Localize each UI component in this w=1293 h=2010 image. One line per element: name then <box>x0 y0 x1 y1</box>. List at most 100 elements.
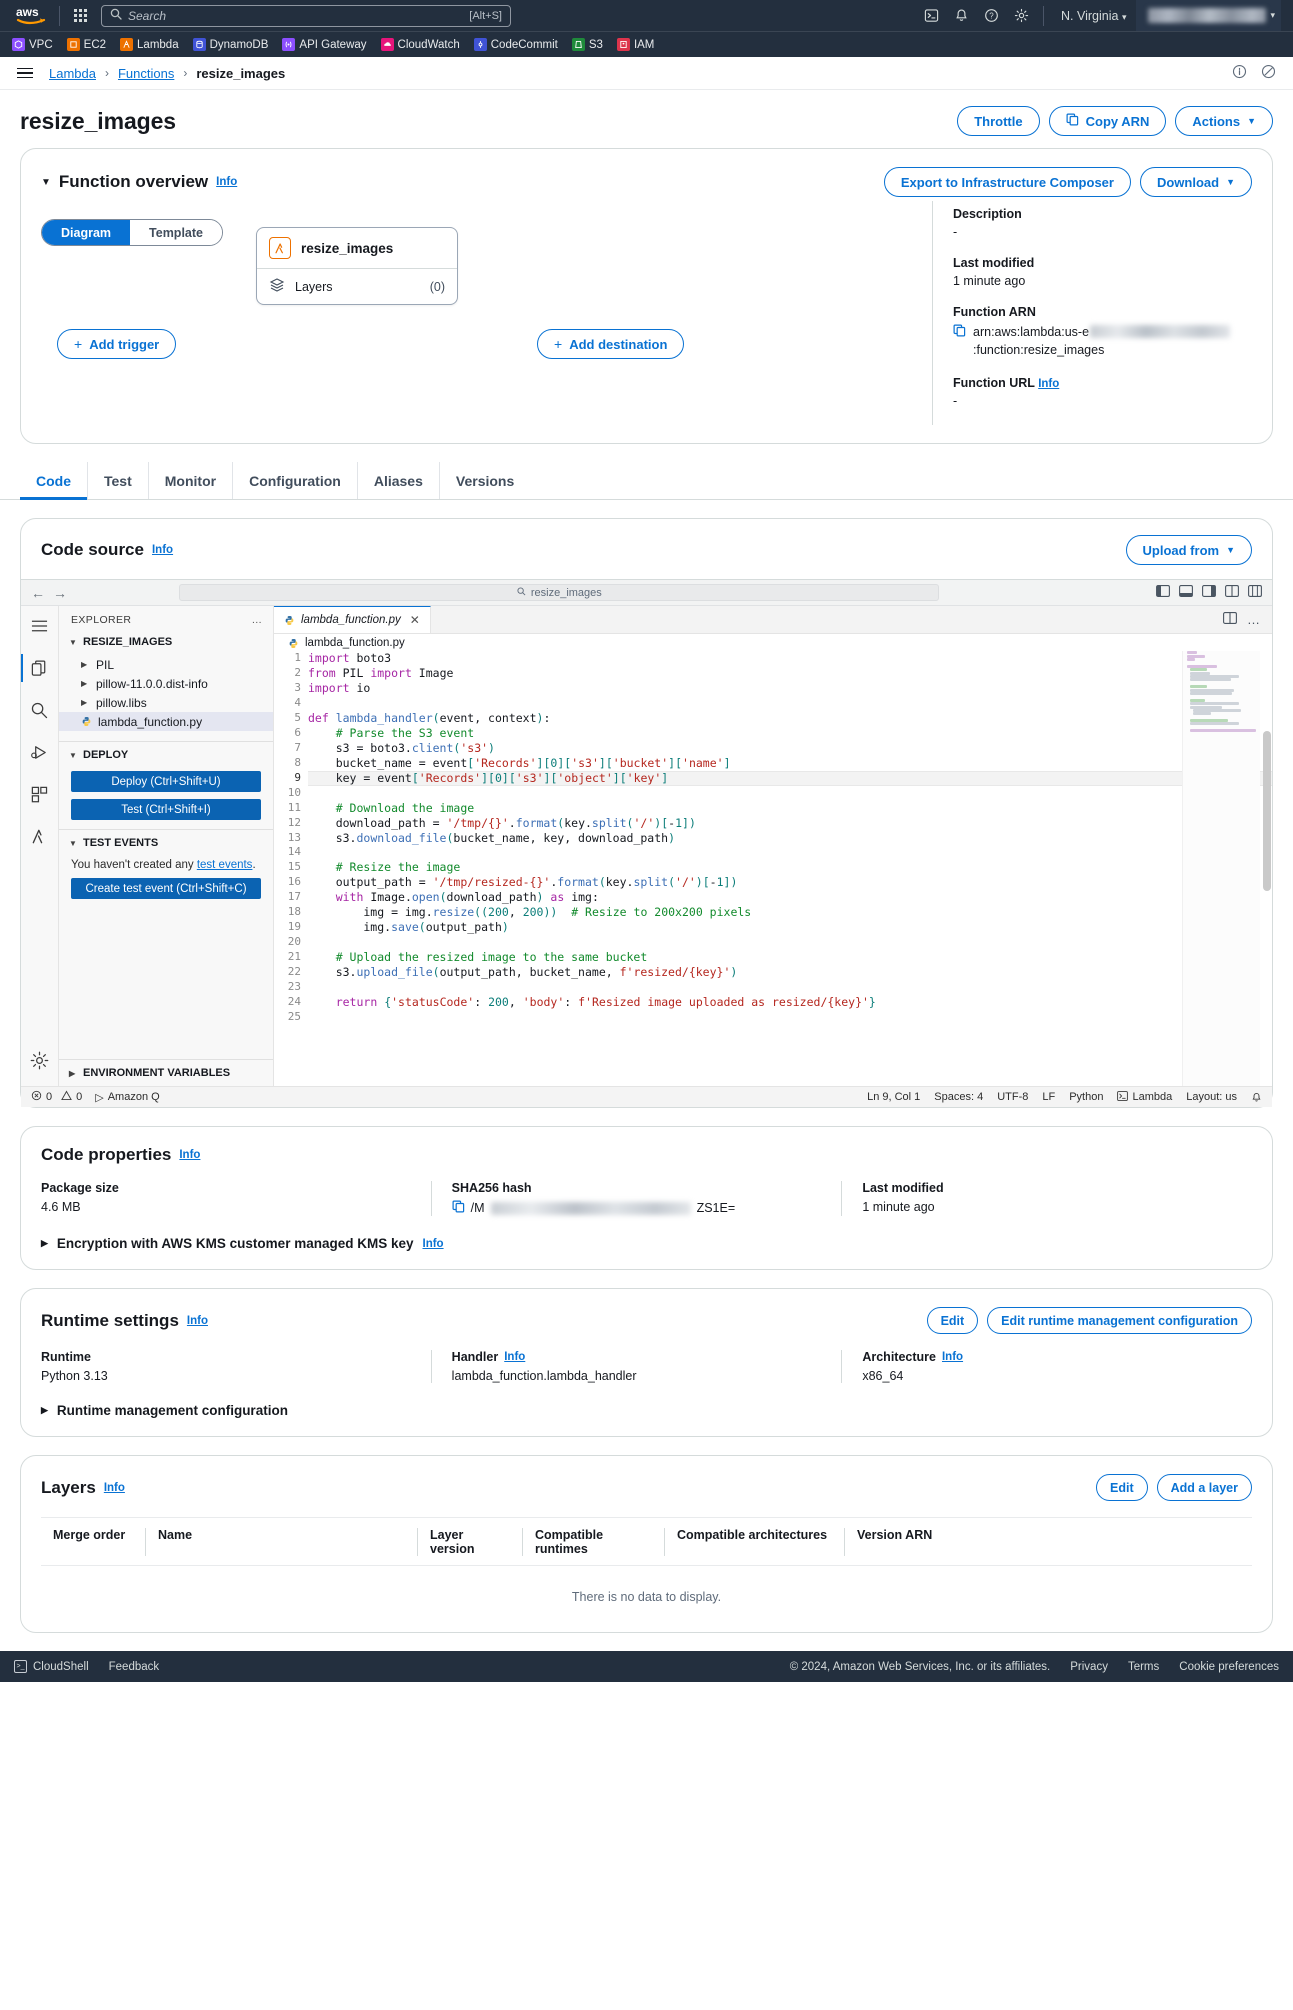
encryption-expander[interactable]: ▶ Encryption with AWS KMS customer manag… <box>41 1236 1252 1251</box>
collapse-triangle-icon[interactable]: ▼ <box>41 177 51 188</box>
editor-more-actions-icon[interactable]: … <box>1247 612 1261 627</box>
tab-test[interactable]: Test <box>88 462 149 500</box>
cloudshell-button[interactable]: >_ CloudShell <box>14 1660 89 1674</box>
back-arrow-icon[interactable]: ← <box>31 585 45 601</box>
service-shortcut-cloudwatch[interactable]: CloudWatch <box>380 38 460 51</box>
info-panel-icon[interactable] <box>1232 64 1247 82</box>
edit-runtime-management-button[interactable]: Edit runtime management configuration <box>987 1307 1252 1335</box>
status-cursor-position[interactable]: Ln 9, Col 1 <box>867 1091 920 1103</box>
column-compatible-architectures[interactable]: Compatible architectures <box>664 1528 844 1557</box>
aws-logo[interactable]: aws <box>12 5 52 26</box>
explorer-item-pil[interactable]: ▶ PIL <box>59 655 273 674</box>
region-selector[interactable]: N. Virginia ▾ <box>1051 9 1136 23</box>
layers-edit-button[interactable]: Edit <box>1096 1474 1148 1502</box>
menu-icon[interactable] <box>28 614 52 638</box>
add-a-layer-button[interactable]: Add a layer <box>1156 1474 1252 1502</box>
upload-from-button[interactable]: Upload from ▼ <box>1125 535 1252 566</box>
status-amazon-q[interactable]: ▷ Amazon Q <box>95 1091 159 1104</box>
toggle-primary-sidebar-icon[interactable] <box>1156 585 1170 600</box>
explorer-more-icon[interactable]: … <box>252 614 264 626</box>
copy-arn-button[interactable]: Copy ARN <box>1048 106 1167 136</box>
tab-code[interactable]: Code <box>20 462 88 501</box>
status-lambda[interactable]: Lambda <box>1117 1090 1172 1104</box>
settings-icon[interactable] <box>1006 3 1036 29</box>
split-editor-icon[interactable] <box>1225 585 1239 600</box>
copy-sha-icon[interactable] <box>452 1200 465 1216</box>
explorer-item-pillow-libs[interactable]: ▶ pillow.libs <box>59 693 273 712</box>
cookie-preferences-link[interactable]: Cookie preferences <box>1179 1661 1279 1673</box>
status-encoding[interactable]: UTF-8 <box>997 1091 1028 1103</box>
side-menu-toggle-icon[interactable] <box>17 67 33 79</box>
column-layer-version[interactable]: Layer version <box>417 1528 522 1557</box>
throttle-button[interactable]: Throttle <box>957 106 1040 136</box>
actions-button[interactable]: Actions ▼ <box>1175 106 1273 136</box>
service-shortcut-iam[interactable]: IAM <box>616 38 654 51</box>
export-to-infrastructure-composer-button[interactable]: Export to Infrastructure Composer <box>883 167 1131 197</box>
scrollbar-thumb[interactable] <box>1263 731 1271 892</box>
feedback-link[interactable]: Feedback <box>109 1661 160 1673</box>
global-search-box[interactable]: [Alt+S] <box>101 4 511 27</box>
code-properties-info-link[interactable]: Info <box>179 1149 200 1161</box>
bell-icon[interactable] <box>946 3 976 29</box>
toggle-diagram[interactable]: Diagram <box>42 220 131 245</box>
toggle-panel-icon[interactable] <box>1179 585 1193 600</box>
help-icon[interactable]: ? <box>976 3 1006 29</box>
forward-arrow-icon[interactable]: → <box>53 585 67 601</box>
toggle-secondary-sidebar-icon[interactable] <box>1202 585 1216 600</box>
customize-layout-icon[interactable] <box>1248 585 1262 600</box>
test-events-link[interactable]: test events <box>197 859 253 871</box>
add-destination-button[interactable]: + Add destination <box>537 329 685 359</box>
service-shortcut-lambda[interactable]: Lambda <box>120 38 179 51</box>
editor-vertical-scrollbar[interactable] <box>1261 651 1272 1086</box>
column-merge-order[interactable]: Merge order <box>41 1528 145 1556</box>
ide-test-button[interactable]: Test (Ctrl+Shift+I) <box>71 799 261 821</box>
explorer-root-row[interactable]: ▼ RESIZE_IMAGES <box>59 633 273 651</box>
tab-versions[interactable]: Versions <box>440 462 530 499</box>
service-shortcut-s3[interactable]: S3 <box>571 38 603 51</box>
status-layout[interactable]: Layout: us <box>1186 1091 1237 1103</box>
run-and-debug-icon[interactable] <box>28 740 52 764</box>
deploy-button[interactable]: Deploy (Ctrl+Shift+U) <box>71 771 261 793</box>
explorer-icon[interactable] <box>20 654 52 683</box>
create-test-event-button[interactable]: Create test event (Ctrl+Shift+C) <box>71 878 261 900</box>
editor-quick-open[interactable]: resize_images <box>179 584 940 602</box>
status-notifications-icon[interactable] <box>1251 1092 1262 1103</box>
cloudshell-icon[interactable] <box>916 3 946 29</box>
tab-monitor[interactable]: Monitor <box>149 462 234 500</box>
download-button[interactable]: Download ▼ <box>1139 167 1252 197</box>
add-trigger-button[interactable]: + Add trigger <box>57 329 177 359</box>
tab-aliases[interactable]: Aliases <box>358 462 440 500</box>
service-shortcut-ec2[interactable]: EC2 <box>66 38 106 51</box>
account-menu[interactable]: ▾ <box>1136 0 1281 31</box>
deploy-section-header[interactable]: ▼ DEPLOY <box>59 742 273 764</box>
split-editor-right-icon[interactable] <box>1223 612 1237 627</box>
encryption-info-link[interactable]: Info <box>423 1238 444 1250</box>
breadcrumb-lambda[interactable]: Lambda <box>49 66 96 81</box>
terms-link[interactable]: Terms <box>1128 1661 1159 1673</box>
status-indentation[interactable]: Spaces: 4 <box>934 1091 983 1103</box>
runtime-edit-button[interactable]: Edit <box>926 1307 979 1335</box>
test-events-section-header[interactable]: ▼ TEST EVENTS <box>59 830 273 852</box>
status-language-mode[interactable]: Python <box>1069 1091 1103 1103</box>
privacy-link[interactable]: Privacy <box>1070 1661 1108 1673</box>
toggle-template[interactable]: Template <box>130 220 222 245</box>
status-problems[interactable]: 0 0 <box>31 1090 82 1104</box>
manage-settings-icon[interactable] <box>28 1048 52 1072</box>
services-menu-icon[interactable] <box>67 3 93 29</box>
runtime-settings-info-link[interactable]: Info <box>187 1315 208 1327</box>
status-eol[interactable]: LF <box>1042 1091 1055 1103</box>
search-input[interactable] <box>128 8 470 23</box>
service-shortcut-api-gateway[interactable]: API Gateway <box>282 38 367 51</box>
function-node[interactable]: resize_images Layers (0) <box>256 227 458 305</box>
aws-lambda-sidebar-icon[interactable] <box>28 824 52 848</box>
tab-configuration[interactable]: Configuration <box>233 462 358 500</box>
code-lines[interactable]: import boto3 from PIL import Image import … <box>308 651 1272 1086</box>
close-icon[interactable]: ✕ <box>410 613 420 627</box>
search-sidebar-icon[interactable] <box>28 698 52 722</box>
column-compatible-runtimes[interactable]: Compatible runtimes <box>522 1528 664 1557</box>
copy-arn-icon[interactable] <box>953 324 966 342</box>
extensions-icon[interactable] <box>28 782 52 806</box>
explorer-item-lambda-function-py[interactable]: lambda_function.py <box>59 712 273 732</box>
function-url-info-link[interactable]: Info <box>1038 378 1059 390</box>
column-version-arn[interactable]: Version ARN <box>844 1528 1252 1557</box>
